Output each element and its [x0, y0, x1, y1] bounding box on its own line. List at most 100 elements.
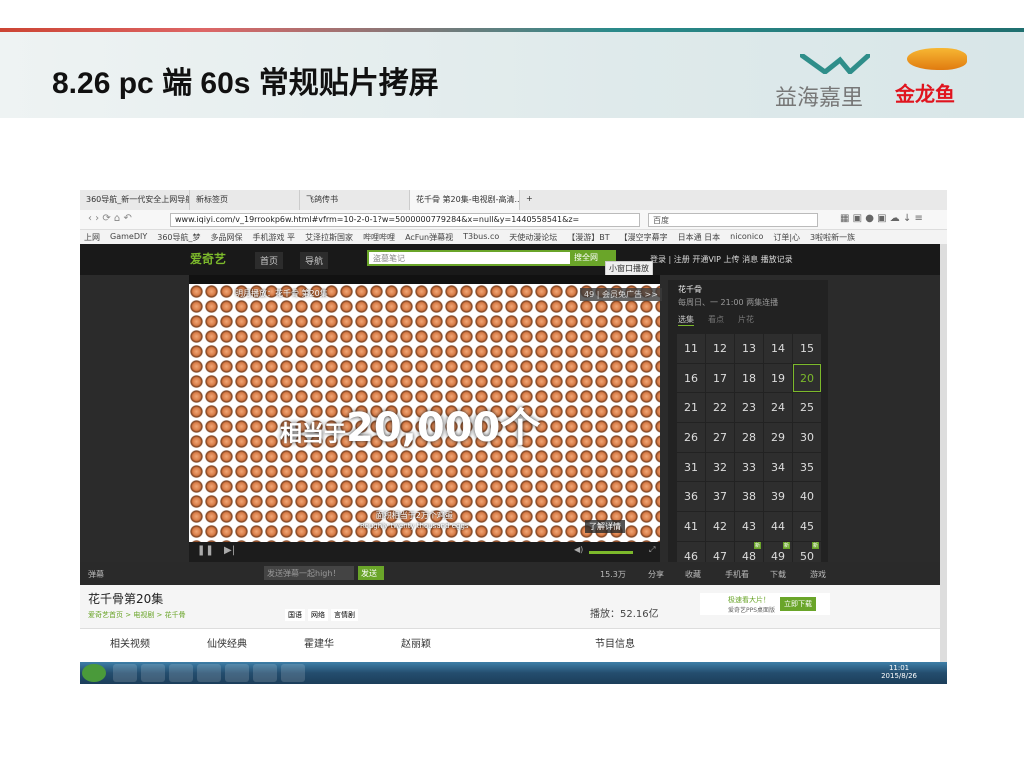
new-tab-button[interactable]: +: [520, 190, 540, 210]
taskbar-app-icon[interactable]: [196, 664, 221, 682]
iqiyi-logo[interactable]: 爱奇艺: [190, 250, 226, 267]
volume-slider[interactable]: [589, 551, 633, 554]
tab-trailers[interactable]: 片花: [738, 314, 754, 326]
toolbar-icons[interactable]: ▦ ▣ ● ▣ ☁ ↓ ≡: [840, 213, 923, 224]
tag[interactable]: 言情剧: [331, 609, 358, 621]
pause-icon[interactable]: ❚❚: [197, 545, 214, 556]
browser-tab[interactable]: 飞鸽传书: [300, 190, 410, 210]
episode-button[interactable]: 25: [793, 393, 821, 423]
favorite-button[interactable]: 收藏: [685, 569, 701, 580]
episode-button[interactable]: 35: [793, 452, 821, 482]
bookmark[interactable]: 日本通 日本: [678, 232, 721, 242]
next-icon[interactable]: ▶|: [224, 545, 235, 556]
start-button[interactable]: [82, 664, 106, 682]
fullscreen-icon[interactable]: ⤢: [649, 545, 655, 555]
phone-button[interactable]: 手机看: [725, 569, 749, 580]
episode-button[interactable]: 17: [706, 363, 734, 393]
promo-banner[interactable]: 极速看大片！ 爱奇艺PPS桌面版 立即下载: [700, 593, 830, 615]
related-item[interactable]: 相关视频: [110, 635, 150, 650]
bookmark[interactable]: 多品网保: [211, 232, 243, 242]
bookmark[interactable]: 360导航_梦: [157, 232, 200, 242]
related-item[interactable]: 仙侠经典: [207, 635, 247, 650]
episode-button[interactable]: 18: [735, 363, 763, 393]
episode-button[interactable]: 32: [706, 452, 734, 482]
bookmark[interactable]: AcFun弹幕视: [405, 232, 453, 242]
site-search-input[interactable]: 盗墓笔记: [367, 250, 572, 266]
browser-tab[interactable]: 360导航_新一代安全上网导航: [80, 190, 190, 210]
browser-tab[interactable]: 新标签页: [190, 190, 300, 210]
episode-button[interactable]: 11: [677, 334, 705, 363]
episode-button[interactable]: 16: [677, 363, 705, 393]
episode-button[interactable]: 26: [677, 423, 705, 452]
page-scrollbar[interactable]: [940, 244, 947, 662]
related-item[interactable]: 霍建华: [304, 635, 334, 650]
episode-button[interactable]: 23: [735, 393, 763, 423]
promo-download-button[interactable]: 立即下载: [780, 597, 816, 611]
bookmark[interactable]: 哔哩哔哩: [363, 232, 395, 242]
download-button[interactable]: 下载: [770, 569, 786, 580]
url-input[interactable]: www.iqiyi.com/v_19rrookp6w.html#vfrm=10-…: [170, 213, 640, 227]
bookmark[interactable]: 3啦啦新一族: [810, 232, 855, 242]
skip-ad-link[interactable]: 会员免广告 >>: [602, 290, 658, 299]
bookmark[interactable]: 订单|心: [773, 232, 800, 242]
episode-button[interactable]: 22: [706, 393, 734, 423]
episode-button[interactable]: 15: [793, 334, 821, 363]
bookmark[interactable]: T3bus.co: [463, 232, 499, 242]
tab-highlights[interactable]: 看点: [708, 314, 724, 326]
breadcrumb[interactable]: 爱奇艺首页 > 电视剧 > 花千骨: [88, 610, 186, 620]
episode-button[interactable]: 28: [735, 423, 763, 452]
nav-menu[interactable]: 导航: [300, 252, 329, 269]
bookmark[interactable]: 艾泽拉斯国家: [305, 232, 353, 242]
nav-buttons-icon[interactable]: ‹ › ⟳ ⌂ ↶: [88, 213, 132, 224]
bookmark[interactable]: 手机游戏 平: [253, 232, 296, 242]
danmu-input[interactable]: 发送弹幕一起high！: [264, 566, 354, 580]
episode-button[interactable]: 12: [706, 334, 734, 363]
episode-button[interactable]: 38: [735, 482, 763, 512]
episode-button[interactable]: 41: [677, 512, 705, 541]
episode-button[interactable]: 29: [764, 423, 792, 452]
episode-button[interactable]: 40: [793, 482, 821, 512]
browser-tab-active[interactable]: 花千骨 第20集-电视剧-高清...: [410, 190, 520, 210]
learn-more-button[interactable]: 了解详情: [585, 520, 625, 533]
nav-home[interactable]: 首页: [255, 252, 284, 269]
episode-button[interactable]: 37: [706, 482, 734, 512]
ad-countdown[interactable]: 49 | 会员免广告 >>: [580, 288, 662, 301]
related-item[interactable]: 节目信息: [595, 635, 635, 650]
taskbar-app-icon[interactable]: [224, 664, 249, 682]
episode-button[interactable]: 13: [735, 334, 763, 363]
tab-episodes[interactable]: 选集: [678, 314, 694, 326]
taskbar-app-icon[interactable]: [168, 664, 193, 682]
episode-button[interactable]: 31: [677, 452, 705, 482]
episode-button[interactable]: 36: [677, 482, 705, 512]
episode-button[interactable]: 14: [764, 334, 792, 363]
episode-button[interactable]: 30: [793, 423, 821, 452]
taskbar-app-icon[interactable]: [112, 664, 137, 682]
bookmark[interactable]: 【漫空字幕字: [620, 232, 668, 242]
related-item[interactable]: 赵丽颖: [401, 635, 431, 650]
bookmark[interactable]: GameDIY: [110, 232, 147, 242]
bookmark[interactable]: 【漫游】BT: [567, 232, 609, 242]
episode-button[interactable]: 34: [764, 452, 792, 482]
share-button[interactable]: 分享: [648, 569, 664, 580]
episode-button[interactable]: 43: [735, 512, 763, 541]
episode-button[interactable]: 19: [764, 363, 792, 393]
episode-button[interactable]: 39: [764, 482, 792, 512]
episode-button[interactable]: 24: [764, 393, 792, 423]
taskbar-app-icon[interactable]: [252, 664, 277, 682]
episode-button[interactable]: 44: [764, 512, 792, 541]
taskbar-app-icon[interactable]: [140, 664, 165, 682]
game-button[interactable]: 游戏: [810, 569, 826, 580]
search-input[interactable]: 百度: [648, 213, 818, 227]
episode-button[interactable]: 45: [793, 512, 821, 541]
header-links[interactable]: 登录 | 注册 开通VIP 上传 消息 播放记录: [650, 254, 793, 265]
like-count[interactable]: 15.3万: [600, 569, 626, 580]
send-button[interactable]: 发送: [358, 566, 384, 580]
tag[interactable]: 国语: [285, 609, 305, 621]
bookmark[interactable]: niconico: [730, 232, 763, 242]
taskbar-app-icon[interactable]: [280, 664, 305, 682]
episode-button[interactable]: 33: [735, 452, 763, 482]
episode-button[interactable]: 42: [706, 512, 734, 541]
episode-button[interactable]: 20: [793, 363, 821, 393]
clock[interactable]: 11:01 2015/8/26: [881, 664, 917, 680]
episode-button[interactable]: 21: [677, 393, 705, 423]
